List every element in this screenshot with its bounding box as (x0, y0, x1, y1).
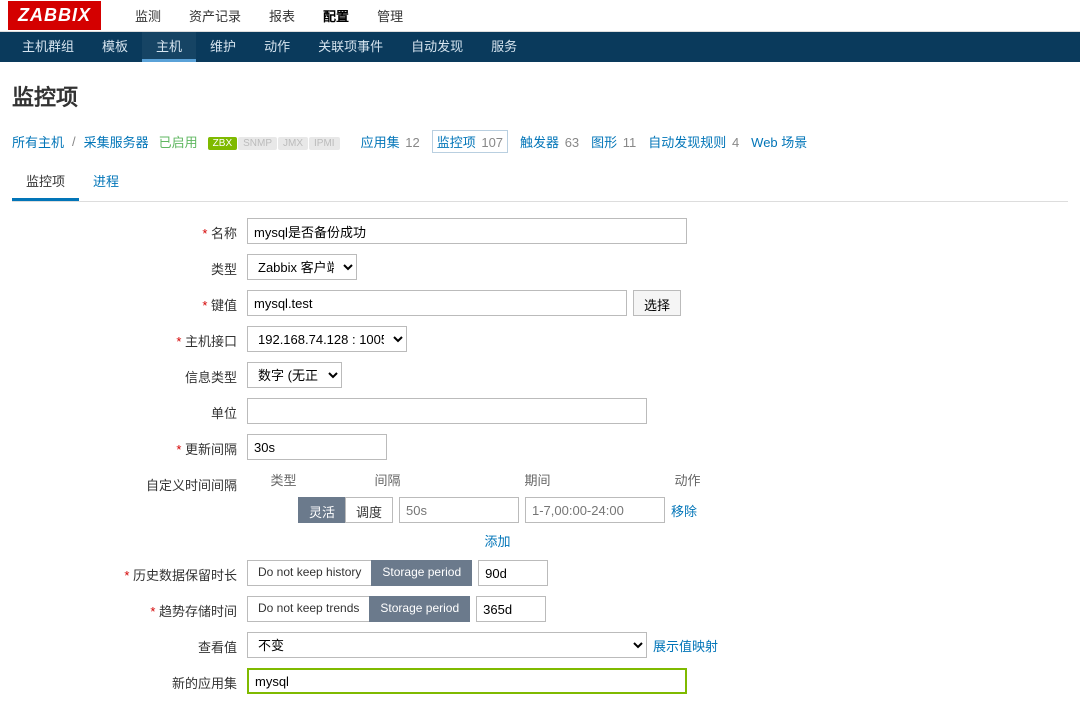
bc-discovery[interactable]: 自动发现规则 4 (648, 132, 739, 151)
topnav-reports[interactable]: 报表 (255, 0, 309, 33)
sub-nav: 主机群组 模板 主机 维护 动作 关联项事件 自动发现 服务 (0, 32, 1080, 62)
tab-item[interactable]: 监控项 (12, 163, 79, 201)
select-showval[interactable]: 不变 (247, 632, 647, 658)
customint-add[interactable]: 添加 (484, 531, 510, 550)
tab-process[interactable]: 进程 (79, 163, 133, 201)
topnav-config[interactable]: 配置 (309, 0, 363, 33)
logo: ZABBIX (8, 1, 101, 30)
bc-graphs[interactable]: 图形 11 (591, 132, 636, 151)
customint-header: 类型 间隔 期间 动作 (271, 470, 725, 489)
showval-mapping-link[interactable]: 展示值映射 (653, 636, 718, 655)
bc-web[interactable]: Web 场景 (751, 132, 807, 151)
bc-all-hosts[interactable]: 所有主机 (12, 132, 64, 151)
label-newapp: 新的应用集 (12, 668, 247, 692)
badge-ipmi: IPMI (309, 137, 340, 150)
select-type[interactable]: Zabbix 客户端 (247, 254, 357, 280)
subnav-actions[interactable]: 动作 (250, 32, 304, 62)
trends-storage[interactable]: Storage period (369, 596, 470, 622)
bc-items[interactable]: 监控项 107 (432, 130, 508, 153)
breadcrumb: 所有主机 / 采集服务器 已启用 ZBXSNMPJMXIPMI 应用集 12 监… (0, 126, 1080, 163)
input-key[interactable] (247, 290, 627, 316)
history-seg: Do not keep history Storage period (247, 560, 472, 586)
customint-type-seg: 灵活 调度 (298, 497, 393, 523)
input-name[interactable] (247, 218, 687, 244)
label-customint: 自定义时间间隔 (12, 470, 247, 494)
subnav-correlation[interactable]: 关联项事件 (304, 32, 397, 62)
bc-separator: / (72, 134, 76, 149)
history-storage[interactable]: Storage period (371, 560, 472, 586)
seg-scheduled[interactable]: 调度 (345, 497, 393, 523)
input-history[interactable] (478, 560, 548, 586)
subnav-templates[interactable]: 模板 (88, 32, 142, 62)
select-hostif[interactable]: 192.168.74.128 : 10050 (247, 326, 407, 352)
label-updateint: 更新间隔 (12, 434, 247, 458)
topnav-inventory[interactable]: 资产记录 (175, 0, 255, 33)
label-showval: 查看值 (12, 632, 247, 656)
badge-zbx: ZBX (208, 137, 237, 150)
topnav-monitor[interactable]: 监测 (121, 0, 175, 33)
label-name: 名称 (12, 218, 247, 242)
seg-flexible[interactable]: 灵活 (298, 497, 346, 523)
subnav-discovery[interactable]: 自动发现 (397, 32, 477, 62)
bc-triggers[interactable]: 触发器 63 (520, 132, 579, 151)
label-infotype: 信息类型 (12, 362, 247, 386)
bc-status: 已启用 (159, 132, 198, 151)
topnav-admin[interactable]: 管理 (363, 0, 417, 33)
subnav-services[interactable]: 服务 (477, 32, 531, 62)
page-title: 监控项 (0, 62, 1080, 126)
input-updateint[interactable] (247, 434, 387, 460)
bc-badges: ZBXSNMPJMXIPMI (208, 134, 341, 150)
customint-remove[interactable]: 移除 (671, 501, 697, 520)
subnav-maintenance[interactable]: 维护 (196, 32, 250, 62)
tabs: 监控项 进程 (12, 163, 1068, 202)
trends-nokeep[interactable]: Do not keep trends (247, 596, 370, 622)
input-newapp[interactable] (247, 668, 687, 694)
history-nokeep[interactable]: Do not keep history (247, 560, 372, 586)
input-customint-interval[interactable] (399, 497, 519, 523)
input-customint-period[interactable] (525, 497, 665, 523)
badge-jmx: JMX (278, 137, 308, 150)
topnav-items: 监测 资产记录 报表 配置 管理 (121, 0, 417, 33)
badge-snmp: SNMP (238, 137, 277, 150)
label-unit: 单位 (12, 398, 247, 422)
label-type: 类型 (12, 254, 247, 278)
label-trends: 趋势存储时间 (12, 596, 247, 620)
bc-apps[interactable]: 应用集 12 (361, 132, 420, 151)
select-infotype[interactable]: 数字 (无正负) (247, 362, 342, 388)
input-trends[interactable] (476, 596, 546, 622)
subnav-hosts[interactable]: 主机 (142, 32, 196, 62)
item-form: 名称 类型 Zabbix 客户端 键值 选择 主机接口 192.168.74.1… (0, 202, 760, 720)
subnav-hostgroups[interactable]: 主机群组 (8, 32, 88, 62)
key-select-button[interactable]: 选择 (633, 290, 681, 316)
label-hostif: 主机接口 (12, 326, 247, 350)
label-key: 键值 (12, 290, 247, 314)
input-unit[interactable] (247, 398, 647, 424)
label-history: 历史数据保留时长 (12, 560, 247, 584)
trends-seg: Do not keep trends Storage period (247, 596, 470, 622)
bc-host[interactable]: 采集服务器 (84, 132, 149, 151)
top-nav: ZABBIX 监测 资产记录 报表 配置 管理 (0, 0, 1080, 32)
